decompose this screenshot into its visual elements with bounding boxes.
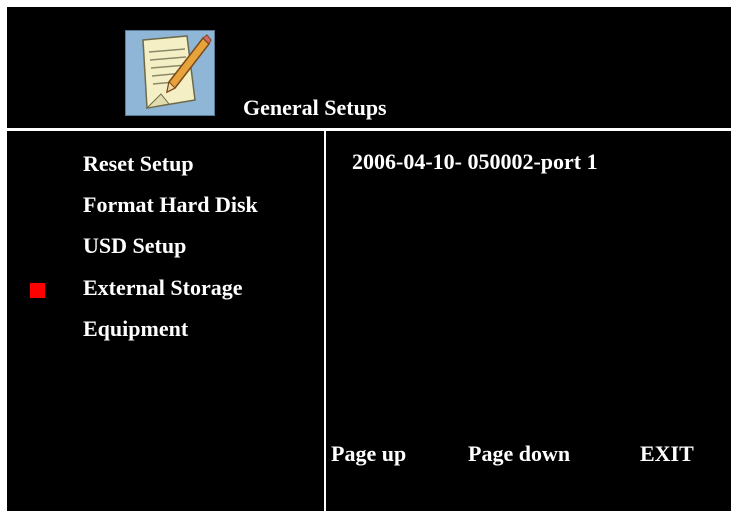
menu-item-usd-setup[interactable]: USD Setup bbox=[83, 233, 186, 259]
menu-item-reset-setup[interactable]: Reset Setup bbox=[83, 151, 194, 177]
header-divider bbox=[7, 128, 731, 131]
panel-divider bbox=[324, 131, 326, 511]
exit-button[interactable]: EXIT bbox=[640, 441, 694, 467]
menu-item-external-storage[interactable]: External Storage bbox=[83, 275, 242, 301]
menu-item-format-hard-disk[interactable]: Format Hard Disk bbox=[83, 192, 258, 218]
osd-screen: General Setups Reset Setup Format Hard D… bbox=[7, 7, 731, 511]
notepad-pencil-icon bbox=[125, 30, 215, 116]
selection-marker-icon bbox=[30, 283, 45, 298]
page-title: General Setups bbox=[243, 95, 387, 120]
page-down-button[interactable]: Page down bbox=[468, 441, 570, 467]
page-up-button[interactable]: Page up bbox=[331, 441, 406, 467]
menu-item-equipment[interactable]: Equipment bbox=[83, 316, 188, 342]
file-list-item[interactable]: 2006-04-10- 050002-port 1 bbox=[352, 149, 598, 175]
